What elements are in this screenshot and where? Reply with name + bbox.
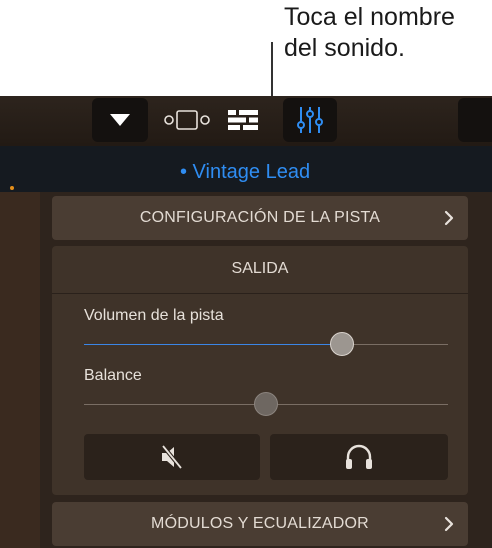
speaker-mute-icon [161, 444, 183, 470]
toolbar [0, 96, 492, 146]
mixer-button[interactable] [283, 98, 337, 142]
balance-slider-thumb[interactable] [254, 392, 278, 416]
balance-slider[interactable] [84, 392, 448, 416]
callout-line-1: Toca el nombre [284, 3, 455, 31]
headphones-icon [346, 444, 372, 469]
volume-slider-fill [84, 344, 343, 345]
mute-button[interactable] [84, 434, 260, 480]
track-area-strip [0, 192, 40, 548]
balance-label: Balance [84, 367, 142, 384]
output-divider [52, 293, 468, 294]
playhead-marker [10, 186, 14, 190]
triangle-down-icon [110, 114, 130, 126]
dropdown-button[interactable] [92, 98, 148, 142]
sound-name-button[interactable]: • Vintage Lead [180, 160, 310, 184]
app-window: CONFIGURACIÓN DE LA PISTA SALIDA Volumen… [0, 96, 492, 548]
view-toggle-icon [164, 110, 210, 130]
plugins-eq-label: MÓDULOS Y ECUALIZADOR [151, 515, 369, 532]
tracks-view-button[interactable] [218, 98, 268, 142]
tracks-view-icon [228, 110, 258, 130]
mixer-icon [297, 107, 323, 133]
chevron-right-icon [444, 210, 454, 226]
plugins-eq-row[interactable]: MÓDULOS Y ECUALIZADOR [52, 502, 468, 546]
chevron-right-icon [444, 516, 454, 532]
toolbar-edge-button[interactable] [458, 98, 492, 142]
volume-label: Volumen de la pista [84, 307, 224, 324]
output-title: SALIDA [231, 260, 289, 277]
volume-slider-thumb[interactable] [330, 332, 355, 356]
callout-text: Toca el nombre del sonido. [284, 2, 492, 64]
callout-line-2: del sonido. [284, 34, 405, 62]
track-settings-label: CONFIGURACIÓN DE LA PISTA [139, 209, 381, 226]
volume-slider[interactable] [84, 332, 448, 356]
view-toggle-button[interactable] [160, 98, 214, 142]
solo-button[interactable] [270, 434, 448, 480]
track-settings-row[interactable]: CONFIGURACIÓN DE LA PISTA [52, 196, 468, 240]
